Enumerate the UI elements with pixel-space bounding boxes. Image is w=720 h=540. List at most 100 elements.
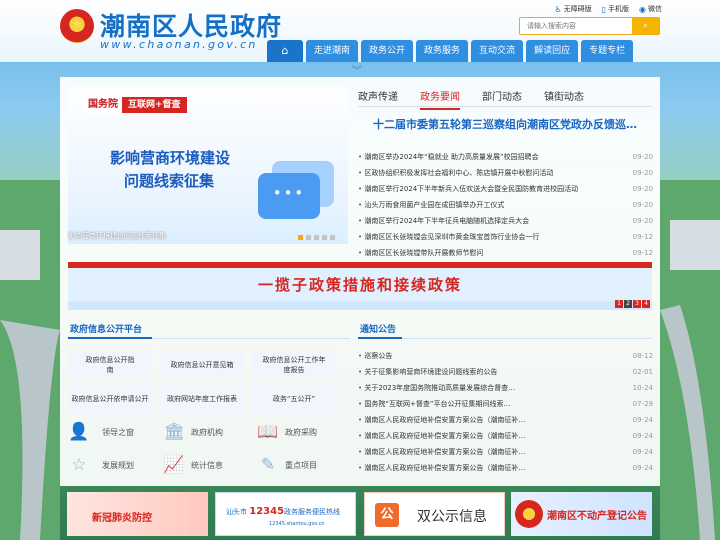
search-icon: ⌕ [642,21,649,31]
search-button[interactable]: ⌕ [632,18,659,34]
notice-item-title: 潮南区人民政府征地补偿安置方案公告（潮南征补… [358,431,525,441]
list-item[interactable]: 潮南区区长张晓镗带队开展教师节慰问 09-12 [358,245,653,261]
strip-page-2[interactable]: 2 [624,300,632,308]
list-item[interactable]: 汕头万雨食用菌产业园在成田镇举办开工仪式 09-20 [358,197,653,213]
nav-about[interactable]: 走进潮南 [306,40,359,62]
nav-interpretation[interactable]: 解读回应 [526,40,579,62]
search-box: ⌕ [519,17,660,35]
list-item[interactable]: 潮南区人民政府征地补偿安置方案公告（潮南征补… 09-24 [358,412,653,428]
notice-title-bar [358,337,402,339]
gov-info-mailbox-button[interactable]: 政府信息公开意见箱 [160,351,244,379]
strip-page-3[interactable]: 3 [633,300,641,308]
notice-title[interactable]: 通知公告 [360,322,396,335]
list-item[interactable]: 潮南区举行2024下半年新兵入伍欢送大会暨全民国防教育进校园活动 09-20 [358,181,653,197]
notice-item-title: 关于征集影响营商环境建设问题线索的公告 [358,367,497,377]
publicity-badge-icon: 公 [375,503,399,527]
hotline-label: 汕头市 12345政务服务便民热线 [226,506,340,517]
notice-item-date: 08-12 [632,352,653,360]
list-item[interactable]: 潮南区人民政府征地补偿安置方案公告（潮南征补… 09-24 [358,460,653,476]
banner-carousel[interactable]: 国务院 互联网+督查 影响营商环境建设 问题线索征集 [68,87,348,244]
list-item[interactable]: 区政协组织积极发挥社会福利中心、陈店镇开展中秋慰问活动 09-20 [358,165,653,181]
list-item[interactable]: 关于2023年度国务院推动高质量发展综合督查… 10-24 [358,380,653,396]
nav-gov-affairs[interactable]: 政务公开 [361,40,414,62]
gov-website-report-button[interactable]: 政府网站年度工作报表 [160,385,244,413]
real-estate-registration-banner[interactable]: 潮南区不动产登记公告 [511,492,652,536]
strip-page-4[interactable]: 4 [642,300,650,308]
banner-title-line2: 问题线索征集 [124,172,215,190]
nav-topics[interactable]: 专题专栏 [581,40,634,62]
news-date: 09-20 [632,201,653,209]
link-label: 重点项目 [285,460,317,470]
wechat-link[interactable]: ◉ 微信 [639,4,662,14]
wechat-icon: ◉ [639,4,646,14]
notice-item-title: 关于2023年度国务院推动高质量发展综合督查… [358,383,515,393]
chevron-down-icon[interactable]: ︾ [352,62,362,77]
list-item[interactable]: 潮南区举行2024年下半年征兵电脑随机选择定兵大会 09-20 [358,213,653,229]
gov-info-guide-button[interactable]: 政府信息公开指南 [68,351,152,379]
list-item[interactable]: 潮南区人民政府征地补偿安置方案公告（潮南征补… 09-24 [358,444,653,460]
hotline-12345-banner[interactable]: 汕头市 12345政务服务便民热线 12345.shantou.gov.cn [215,492,356,536]
covid-prevention-label: 新冠肺炎防控 [92,513,152,524]
banner-dot[interactable] [314,235,319,240]
home-icon: ⌂ [281,44,289,57]
statistics-link[interactable]: 📈 统计信息 [163,455,223,475]
national-emblem-icon[interactable] [60,9,94,43]
notice-item-title: 国务院“互联网+督查”平台公开征集期间线索… [358,399,510,409]
nav-home[interactable]: ⌂ [267,40,303,62]
notice-item-date: 07-29 [632,400,653,408]
news-title: 潮南区举办2024年“稳就业 助力高质量发展”校园招聘会 [358,152,538,162]
real-estate-label: 潮南区不动产登记公告 [547,511,647,522]
news-title: 潮南区区长张晓镗带队开展教师节慰问 [358,248,483,258]
star-icon: ☆ [71,455,87,475]
key-projects-link[interactable]: ✎ 重点项目 [257,455,317,475]
tab-divider [358,106,652,107]
covid-prevention-banner[interactable]: 新冠肺炎防控 [67,492,208,536]
strip-pagination: 1 2 3 4 [615,300,650,308]
banner-caption: 影响营商环境建设问题线索征集 [68,232,166,240]
strip-page-1[interactable]: 1 [615,300,623,308]
banner-dot[interactable] [330,235,335,240]
dual-publicity-banner[interactable]: 公 双公示信息 [364,492,505,536]
list-item[interactable]: 潮南区区长张晓镗会见深圳市黄金珠宝首饰行业协会一行 09-12 [358,229,653,245]
gov-info-annual-report-button[interactable]: 政府信息公开工作年度报告 [252,351,336,379]
notice-item-title: 潮南区人民政府征地补偿安置方案公告（潮南征补… [358,415,525,425]
gov-info-application-button[interactable]: 政府信息公开依申请公开 [68,385,152,413]
list-item[interactable]: 国务院“互联网+督查”平台公开征集期间线索… 07-29 [358,396,653,412]
accessibility-link[interactable]: ♿ 无障碍版 [554,4,591,14]
mobile-link[interactable]: ▯ 手机版 [602,4,629,14]
list-item[interactable]: 潮南区举办2024年“稳就业 助力高质量发展”校园招聘会 09-20 [358,149,653,165]
notice-item-title: 巡察公告 [358,351,392,361]
news-date: 09-12 [632,249,653,257]
dual-publicity-label: 双公示信息 [417,509,487,525]
leaders-window-link[interactable]: 👤 领导之窗 [68,422,134,442]
gov-agencies-link[interactable]: 🏛 政府机构 [163,422,223,442]
search-input[interactable] [520,18,633,34]
news-date: 09-20 [632,185,653,193]
link-label: 政府采购 [285,427,317,437]
development-plan-link[interactable]: ☆ 发展规划 [68,455,134,475]
hotline-url: 12345.shantou.gov.cn [269,521,325,527]
person-icon: 👤 [68,422,90,442]
notice-item-date: 09-24 [632,416,653,424]
banner-dot[interactable] [322,235,327,240]
news-date: 09-20 [632,169,653,177]
notice-item-title: 潮南区人民政府征地补偿安置方案公告（潮南征补… [358,447,525,457]
nav-interaction[interactable]: 互动交流 [471,40,524,62]
banner-dot[interactable] [306,235,311,240]
gov-info-title[interactable]: 政府信息公开平台 [70,322,142,335]
five-publicity-button[interactable]: 政务“五公开” [252,385,336,413]
banner-title: 影响营商环境建设 问题线索征集 [110,147,230,193]
list-item[interactable]: 巡察公告 08-12 [358,348,653,364]
news-headline[interactable]: 十二届市委第五轮第三巡察组向潮南区党政办反馈巡察情况 [373,116,645,132]
main-nav: ⌂ 走进潮南 政务公开 政务服务 互动交流 解读回应 专题专栏 [267,40,634,62]
banner-dot[interactable] [298,235,303,240]
hotline-suffix: 政务服务便民热线 [284,508,341,516]
list-item[interactable]: 关于征集影响营商环境建设问题线索的公告 02-01 [358,364,653,380]
button-label: 政府网站年度工作报表 [167,395,237,403]
banner-title-line1: 影响营商环境建设 [110,149,231,167]
list-item[interactable]: 潮南区人民政府征地补偿安置方案公告（潮南征补… 09-24 [358,428,653,444]
policy-strip-banner[interactable]: 一揽子政策措施和接续政策 1 2 3 4 [68,262,652,310]
nav-services[interactable]: 政务服务 [416,40,469,62]
site-header: 潮南区人民政府 www.chaonan.gov.cn ♿无障碍版 ▯手机版 ◉微… [0,0,720,62]
gov-procurement-link[interactable]: 📖 政府采购 [257,422,317,442]
